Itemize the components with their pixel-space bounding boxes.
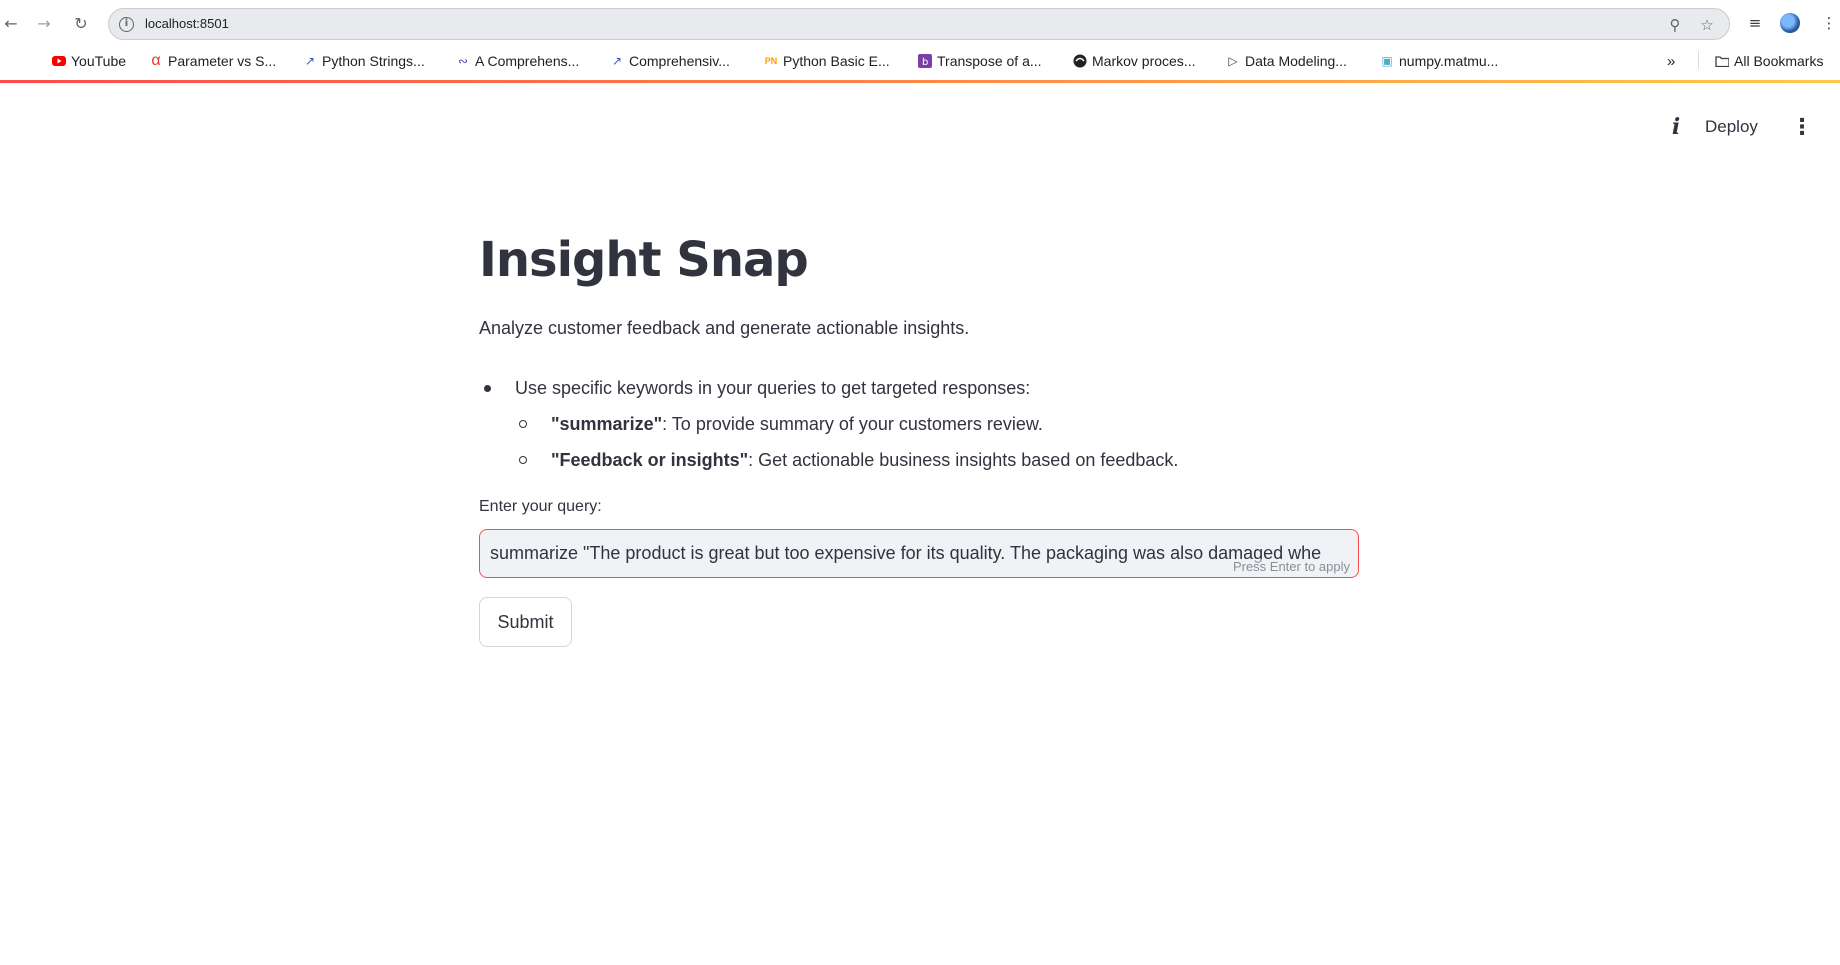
bookmark-label: YouTube bbox=[71, 53, 127, 69]
zoom-icon[interactable]: ⚲ bbox=[1665, 15, 1685, 35]
alpha-icon: α bbox=[151, 52, 161, 69]
keyword-summarize: "summarize" bbox=[551, 414, 663, 434]
deploy-button[interactable]: Deploy bbox=[1705, 114, 1758, 140]
chrome-menu-icon[interactable]: ⋮ bbox=[1818, 12, 1840, 34]
bookmark-data-modeling[interactable]: ▷ Data Modeling... bbox=[1226, 51, 1347, 71]
more-bookmarks-chevron-icon[interactable]: » bbox=[1667, 51, 1675, 71]
bookmark-python-strings[interactable]: ↗ Python Strings... bbox=[303, 51, 425, 71]
list-item: "Feedback or insights": Get actionable b… bbox=[479, 442, 1359, 478]
forward-arrow-icon[interactable]: → bbox=[33, 12, 55, 34]
back-arrow-icon[interactable]: ← bbox=[0, 12, 22, 34]
main-menu-icon[interactable]: ⋮ bbox=[1791, 114, 1813, 140]
page-subtitle: Analyze customer feedback and generate a… bbox=[479, 318, 970, 338]
bookmark-markov[interactable]: Markov proces... bbox=[1073, 51, 1195, 71]
bookmark-star-icon[interactable]: ☆ bbox=[1697, 15, 1717, 35]
play-icon: ▷ bbox=[1228, 54, 1238, 68]
query-input[interactable] bbox=[480, 530, 1358, 577]
bookmark-label: numpy.matmu... bbox=[1399, 53, 1499, 69]
bookmark-youtube[interactable]: YouTube bbox=[52, 51, 126, 71]
bootstrap-icon: b bbox=[918, 54, 932, 68]
trend-icon: ↗ bbox=[304, 54, 316, 68]
svg-text:b: b bbox=[922, 57, 928, 68]
cube-icon: ▣ bbox=[1381, 54, 1393, 68]
all-bookmarks-label: All Bookmarks bbox=[1734, 53, 1824, 69]
streamlit-decoration-bar bbox=[0, 80, 1840, 83]
bookmarks-divider-right bbox=[1698, 51, 1699, 69]
bookmark-label: Python Basic E... bbox=[783, 53, 890, 69]
trend-icon: ↗ bbox=[611, 54, 623, 68]
list-item: "summarize": To provide summary of your … bbox=[479, 406, 1359, 442]
bookmark-label: Data Modeling... bbox=[1245, 53, 1347, 69]
site-info-icon[interactable]: i bbox=[119, 17, 134, 32]
keyword-description: : Get actionable business insights based… bbox=[748, 450, 1179, 470]
keyword-feedback: "Feedback or insights" bbox=[551, 450, 749, 470]
bookmark-comprehensive-b[interactable]: ↗ Comprehensiv... bbox=[610, 51, 730, 71]
url-text: localhost:8501 bbox=[145, 16, 229, 31]
profile-avatar[interactable] bbox=[1780, 13, 1800, 33]
submit-button[interactable]: Submit bbox=[479, 597, 572, 647]
info-icon[interactable]: i bbox=[1666, 114, 1686, 140]
press-enter-hint: Press Enter to apply bbox=[1232, 559, 1350, 574]
bookmark-label: Transpose of a... bbox=[937, 53, 1042, 69]
browser-toolbar: ← → ↻ i localhost:8501 ⚲ ☆ ≡ ⋮ bbox=[0, 0, 1840, 46]
all-bookmarks-folder[interactable]: All Bookmarks bbox=[1715, 51, 1823, 71]
address-bar[interactable]: i localhost:8501 ⚲ ☆ bbox=[108, 8, 1730, 40]
bookmark-label: Markov proces... bbox=[1092, 53, 1196, 69]
instructions-list: Use specific keywords in your queries to… bbox=[479, 370, 1359, 478]
page-title: Insight Snap bbox=[479, 232, 809, 288]
bookmark-python-basic[interactable]: PN Python Basic E... bbox=[764, 51, 890, 71]
main-content: Insight Snap Analyze customer feedback a… bbox=[479, 218, 1359, 647]
bookmarks-bar: YouTube α Parameter vs S... ↗ Python Str… bbox=[0, 46, 1840, 76]
query-input-container[interactable]: Press Enter to apply bbox=[479, 529, 1359, 578]
pn-icon: PN bbox=[764, 56, 778, 66]
wave-icon: ∾ bbox=[457, 54, 469, 68]
bookmark-numpy[interactable]: ▣ numpy.matmu... bbox=[1380, 51, 1498, 71]
bookmark-label: Parameter vs S... bbox=[168, 53, 277, 69]
bullet-intro-text: Use specific keywords in your queries to… bbox=[515, 378, 1031, 398]
bookmark-label: Python Strings... bbox=[322, 53, 425, 69]
folder-icon bbox=[1715, 54, 1729, 68]
media-playlist-icon[interactable]: ≡ bbox=[1744, 12, 1766, 34]
list-item: Use specific keywords in your queries to… bbox=[479, 370, 1359, 406]
bookmark-transpose[interactable]: b Transpose of a... bbox=[918, 51, 1042, 71]
globe-icon bbox=[1073, 54, 1087, 68]
bookmark-parameter[interactable]: α Parameter vs S... bbox=[149, 51, 276, 71]
query-label: Enter your query: bbox=[479, 498, 602, 515]
bookmark-label: Comprehensiv... bbox=[629, 53, 730, 69]
bookmark-label: A Comprehens... bbox=[475, 53, 580, 69]
bookmark-comprehensive-a[interactable]: ∾ A Comprehens... bbox=[456, 51, 579, 71]
keyword-description: : To provide summary of your customers r… bbox=[662, 414, 1043, 434]
youtube-icon bbox=[52, 54, 66, 68]
reload-icon[interactable]: ↻ bbox=[70, 12, 92, 34]
